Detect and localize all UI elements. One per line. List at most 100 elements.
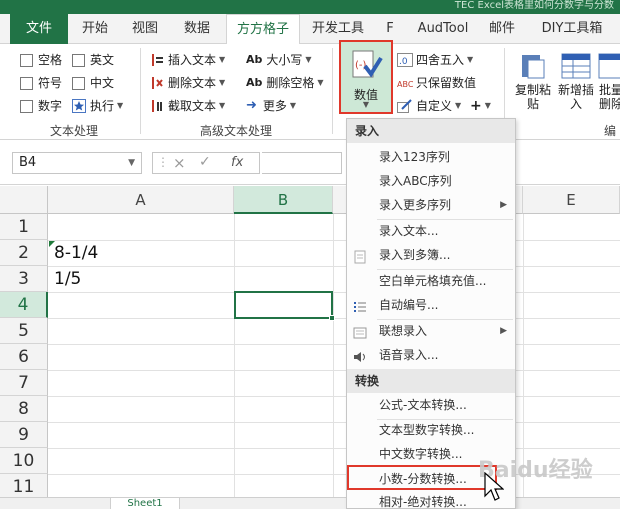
abc-icon: ABC <box>397 76 413 90</box>
chevron-down-icon: ▼ <box>317 78 324 87</box>
menu-item-input-text[interactable]: 录入文本... <box>347 219 515 244</box>
menu-section-convert: 转换 <box>347 369 515 393</box>
sheet-tab-sheet1[interactable]: Sheet1 <box>110 498 180 509</box>
value-dropdown-menu: 录入 录入123序列 录入ABC序列 录入更多序列 ▶ 录入文本... 录入到多簿… <box>346 118 516 509</box>
menu-item-123-series[interactable]: 录入123序列 <box>347 145 515 170</box>
tab-fangfang[interactable]: 方方格子 <box>226 14 300 45</box>
tab-mail[interactable]: 邮件 <box>482 14 522 44</box>
checkbox-icon <box>72 76 85 90</box>
ribbon-tabs: 文件 开始 视图 数据 方方格子 开发工具 F AudTool 邮件 DIY工具… <box>0 14 620 45</box>
svg-text:.0: .0 <box>399 57 408 67</box>
cell-a2[interactable]: 8-1/4 <box>54 240 98 266</box>
selected-cell-b4[interactable] <box>234 291 335 321</box>
keep-values-button[interactable]: ABC 只保留数值 <box>397 75 476 91</box>
menu-item-more-series[interactable]: 录入更多序列 ▶ <box>347 193 515 218</box>
custom-button[interactable]: 自定义 ▼ <box>397 98 461 114</box>
tab-data[interactable]: 数据 <box>172 14 222 44</box>
menu-item-input-multi-books[interactable]: 录入到多簿... <box>347 243 515 268</box>
svg-text:(-): (-) <box>355 60 367 71</box>
row-header-10[interactable]: 10 <box>0 448 48 474</box>
tab-audtool[interactable]: AudTool <box>410 14 476 44</box>
svg-text:ABC: ABC <box>397 80 413 89</box>
row-header-3[interactable]: 3 <box>0 266 48 292</box>
menu-item-associative-input[interactable]: 联想录入 ▶ <box>347 319 515 344</box>
tab-view[interactable]: 视图 <box>122 14 168 44</box>
name-box[interactable]: B4 ▼ <box>12 152 142 174</box>
speaker-icon <box>353 348 367 362</box>
check-english[interactable]: 英文 <box>72 52 114 68</box>
insert-text-icon <box>150 53 164 67</box>
group-label-advanced-text: 高级文本处理 <box>200 124 273 138</box>
check-space[interactable]: 空格 <box>20 52 62 68</box>
round-button[interactable]: .0 四舍五入 ▼ <box>397 52 473 68</box>
grid-line <box>48 292 620 293</box>
numbered-list-icon <box>353 298 367 312</box>
tab-home[interactable]: 开始 <box>72 14 118 44</box>
insert-table-icon <box>561 52 591 80</box>
submenu-arrow-icon: ▶ <box>500 326 507 336</box>
column-header-b[interactable]: B <box>234 186 333 214</box>
ribbon-body: 空格 英文 符号 中文 数字 执行 ▼ 文本处理 插入文本 ▼ Ab 大小写 ▼ 删除… <box>0 44 620 140</box>
arrow-right-icon: ➜ <box>246 98 257 113</box>
extract-text-button[interactable]: 截取文本 ▼ <box>150 98 225 114</box>
chevron-down-icon: ▼ <box>219 55 226 64</box>
column-header-e[interactable]: E <box>523 186 620 214</box>
row-header-4[interactable]: 4 <box>0 292 48 318</box>
menu-item-abc-series[interactable]: 录入ABC序列 <box>347 169 515 194</box>
check-number[interactable]: 数字 <box>20 98 62 114</box>
copy-paste-button[interactable]: 复制粘贴 <box>514 44 552 118</box>
menu-item-fill-blank[interactable]: 空白单元格填充值... <box>347 269 515 294</box>
delete-text-button[interactable]: 删除文本 ▼ <box>150 75 225 91</box>
check-chinese[interactable]: 中文 <box>72 75 114 91</box>
value-button[interactable]: (-) 数值 ▼ <box>339 40 393 114</box>
tab-file[interactable]: 文件 <box>10 14 68 44</box>
chevron-down-icon: ▼ <box>117 101 124 110</box>
chevron-down-icon: ▼ <box>484 101 491 110</box>
fill-handle[interactable] <box>329 315 335 321</box>
chevron-down-icon[interactable]: ▼ <box>128 153 135 173</box>
ab-space-icon: Ab <box>246 76 263 89</box>
more-button[interactable]: ➜ 更多 ▼ <box>246 98 296 114</box>
case-button[interactable]: Ab 大小写 ▼ <box>246 52 312 68</box>
select-all-corner[interactable] <box>0 186 48 214</box>
menu-item-formula-text[interactable]: 公式-文本转换... <box>347 393 515 418</box>
tab-diy-toolbox[interactable]: DIY工具箱 <box>528 14 616 44</box>
row-header-2[interactable]: 2 <box>0 240 48 266</box>
row-header-7[interactable]: 7 <box>0 370 48 396</box>
row-header-6[interactable]: 6 <box>0 344 48 370</box>
chevron-down-icon: ▼ <box>362 100 370 109</box>
plus-button[interactable]: + ▼ <box>470 98 491 114</box>
grid-line <box>48 240 620 241</box>
checkbox-icon <box>20 53 33 67</box>
value-icon: (-) <box>351 48 383 82</box>
window-title: TEC Excel表格里如何分数字与分数 <box>454 0 614 11</box>
check-symbol[interactable]: 符号 <box>20 75 62 91</box>
row-header-9[interactable]: 9 <box>0 422 48 448</box>
insert-text-button[interactable]: 插入文本 ▼ <box>150 52 225 68</box>
confirm-icon[interactable]: ✓ <box>199 154 211 170</box>
column-header-a[interactable]: A <box>48 186 234 214</box>
group-label-text-processing: 文本处理 <box>50 124 99 138</box>
grid-line <box>48 448 620 449</box>
cell-a3[interactable]: 1/5 <box>54 266 81 292</box>
delete-space-button[interactable]: Ab 删除空格 ▼ <box>246 75 324 91</box>
chevron-down-icon: ▼ <box>289 101 297 110</box>
round-icon: .0 <box>397 53 413 67</box>
row-header-1[interactable]: 1 <box>0 214 48 240</box>
row-header-8[interactable]: 8 <box>0 396 48 422</box>
row-header-5[interactable]: 5 <box>0 318 48 344</box>
list-box-icon <box>353 324 367 339</box>
cancel-icon[interactable]: × <box>173 154 186 172</box>
fx-icon[interactable]: fx <box>231 155 243 170</box>
checkbox-icon <box>72 53 85 67</box>
grid-line <box>48 396 620 397</box>
menu-item-text-number[interactable]: 文本型数字转换... <box>347 418 515 443</box>
batch-delete-button[interactable]: 批量删除 <box>598 44 620 118</box>
formula-input[interactable] <box>262 152 342 174</box>
execute-button[interactable]: 执行 ▼ <box>72 98 123 114</box>
menu-item-voice-input[interactable]: 语音录入... <box>347 343 515 368</box>
menu-item-decimal-fraction[interactable]: 小数-分数转换... <box>347 465 497 490</box>
insert-new-button[interactable]: 新增插入 <box>556 44 596 118</box>
menu-item-auto-number[interactable]: 自动编号... <box>347 293 515 318</box>
chevron-down-icon: ▼ <box>219 78 226 87</box>
